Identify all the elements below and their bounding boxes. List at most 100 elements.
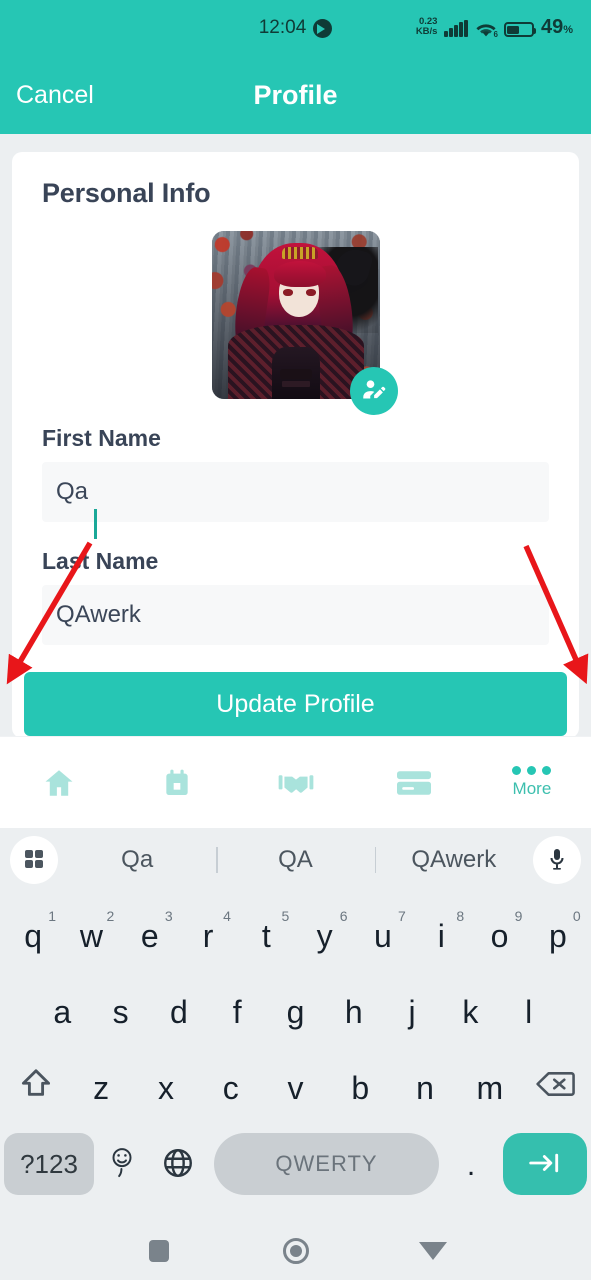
key-o[interactable]: 9o <box>470 902 528 970</box>
bottom-tab-bar: More <box>0 736 591 828</box>
wifi-generation-label: 6 <box>493 30 498 39</box>
wifi-icon: 6 <box>475 22 498 39</box>
suggestion-2[interactable]: QA <box>216 846 374 874</box>
enter-key[interactable] <box>503 1133 587 1195</box>
keyboard-row-4: ?123 QWERTY . <box>4 1126 587 1202</box>
circle-icon <box>282 1238 309 1264</box>
key-i[interactable]: 8i <box>412 902 470 970</box>
software-keyboard: Qa QA QAwerk 1q 2w 3e 4 r 5 t 6 y 7 u 8 … <box>0 828 591 1280</box>
media-play-indicator-icon <box>313 18 333 38</box>
voice-input-button[interactable] <box>533 836 581 884</box>
last-name-field-wrap <box>42 575 549 645</box>
person-edit-icon <box>360 376 388 407</box>
personal-info-card: Personal Info First Name Qa Last Name QA… <box>12 152 579 738</box>
tab-next-icon <box>528 1150 562 1179</box>
keyboard-row-3: z x c v b n m <box>4 1050 587 1126</box>
status-bar-time: 12:04 <box>258 17 307 38</box>
edit-avatar-button[interactable] <box>349 367 398 415</box>
tab-more[interactable]: More <box>473 737 591 828</box>
key-j[interactable]: j <box>383 978 441 1046</box>
cancel-button[interactable]: Cancel <box>16 81 94 110</box>
last-name-label: Last Name <box>42 548 159 574</box>
backspace-key[interactable] <box>522 1054 587 1122</box>
key-t[interactable]: 5t <box>237 902 295 970</box>
suggestion-1[interactable]: Qa <box>58 846 216 874</box>
shift-key[interactable] <box>4 1054 69 1122</box>
battery-percent-group: 49% <box>541 17 573 39</box>
cellular-signal-icon <box>444 20 468 39</box>
key-u[interactable]: 7u <box>354 902 412 970</box>
update-profile-button[interactable]: Update Profile <box>24 672 567 736</box>
more-dots-icon <box>512 766 552 775</box>
globe-icon <box>161 1146 195 1183</box>
battery-percent-symbol: % <box>563 24 573 36</box>
period-key[interactable]: . <box>447 1133 495 1195</box>
key-c[interactable]: c <box>198 1054 263 1122</box>
home-icon <box>42 766 76 800</box>
status-bar-indicators: 0.23 KB/s 6 49% <box>416 17 573 40</box>
android-navigation-bar <box>0 1222 591 1280</box>
key-h[interactable]: h <box>325 978 383 1046</box>
first-name-input[interactable] <box>42 462 549 522</box>
network-speed-unit: KB/s <box>415 26 438 37</box>
card-title: Personal Info <box>42 178 211 208</box>
key-y[interactable]: 6y <box>296 902 354 970</box>
avatar[interactable] <box>211 231 380 399</box>
emoji-comma-icon <box>107 1146 137 1183</box>
first-name-label: First Name <box>42 425 161 451</box>
key-k[interactable]: k <box>441 978 499 1046</box>
grid-icon <box>22 847 46 874</box>
tab-calendar[interactable] <box>118 737 236 828</box>
recents-button[interactable] <box>135 1227 183 1275</box>
keyboard-keys: 1q 2w 3e 4r 5t 6y 7u 8i 9o 0p a s d f g … <box>0 892 591 1202</box>
key-f[interactable]: f <box>208 978 266 1046</box>
last-name-input[interactable] <box>42 585 549 645</box>
handshake-icon <box>278 767 314 799</box>
key-v[interactable]: v <box>263 1054 328 1122</box>
tab-handshake[interactable] <box>236 737 354 828</box>
key-x[interactable]: x <box>134 1054 199 1122</box>
key-r[interactable]: 4r <box>179 902 237 970</box>
key-m[interactable]: m <box>457 1054 522 1122</box>
tab-card[interactable] <box>355 737 473 828</box>
key-n[interactable]: n <box>393 1054 458 1122</box>
down-triangle-icon <box>418 1242 447 1260</box>
app-bar: Cancel Profile <box>0 56 591 134</box>
home-button[interactable] <box>272 1227 320 1275</box>
key-q[interactable]: 1q <box>4 902 62 970</box>
tab-home[interactable] <box>0 737 118 828</box>
back-button[interactable] <box>409 1227 457 1275</box>
key-a[interactable]: a <box>33 978 91 1046</box>
square-icon <box>148 1240 169 1262</box>
keyboard-suggestion-bar: Qa QA QAwerk <box>0 828 591 892</box>
calendar-icon <box>161 767 193 799</box>
language-key[interactable] <box>150 1133 206 1195</box>
key-l[interactable]: l <box>500 978 558 1046</box>
symbols-key[interactable]: ?123 <box>4 1133 94 1195</box>
status-bar: 12:04 0.23 KB/s 6 49% <box>0 0 591 56</box>
space-key[interactable]: QWERTY <box>214 1133 439 1195</box>
microphone-icon <box>545 847 569 874</box>
app-root: 12:04 0.23 KB/s 6 49% Cancel Profile Per… <box>0 0 591 1280</box>
avatar-container <box>211 231 398 415</box>
card-icon <box>396 769 431 797</box>
key-e[interactable]: 3e <box>121 902 179 970</box>
emoji-key[interactable] <box>94 1133 150 1195</box>
network-speed-indicator: 0.23 KB/s <box>416 17 438 39</box>
key-d[interactable]: d <box>150 978 208 1046</box>
key-s[interactable]: s <box>91 978 149 1046</box>
key-b[interactable]: b <box>328 1054 393 1122</box>
battery-icon <box>503 22 536 37</box>
keyboard-row-2: a s d f g h j k l <box>4 974 587 1050</box>
keyboard-grid-button[interactable] <box>10 836 58 884</box>
suggestion-3[interactable]: QAwerk <box>375 846 533 874</box>
backspace-icon <box>535 1068 575 1108</box>
key-g[interactable]: g <box>266 978 324 1046</box>
key-p[interactable]: 0p <box>529 902 587 970</box>
suggestion-list: Qa QA QAwerk <box>58 846 533 874</box>
tab-more-label: More <box>512 779 552 798</box>
key-z[interactable]: z <box>69 1054 134 1122</box>
first-name-field-wrap <box>42 452 549 539</box>
key-w[interactable]: 2w <box>62 902 120 970</box>
keyboard-row-1: 1q 2w 3e 4r 5t 6y 7u 8i 9o 0p <box>4 898 587 974</box>
